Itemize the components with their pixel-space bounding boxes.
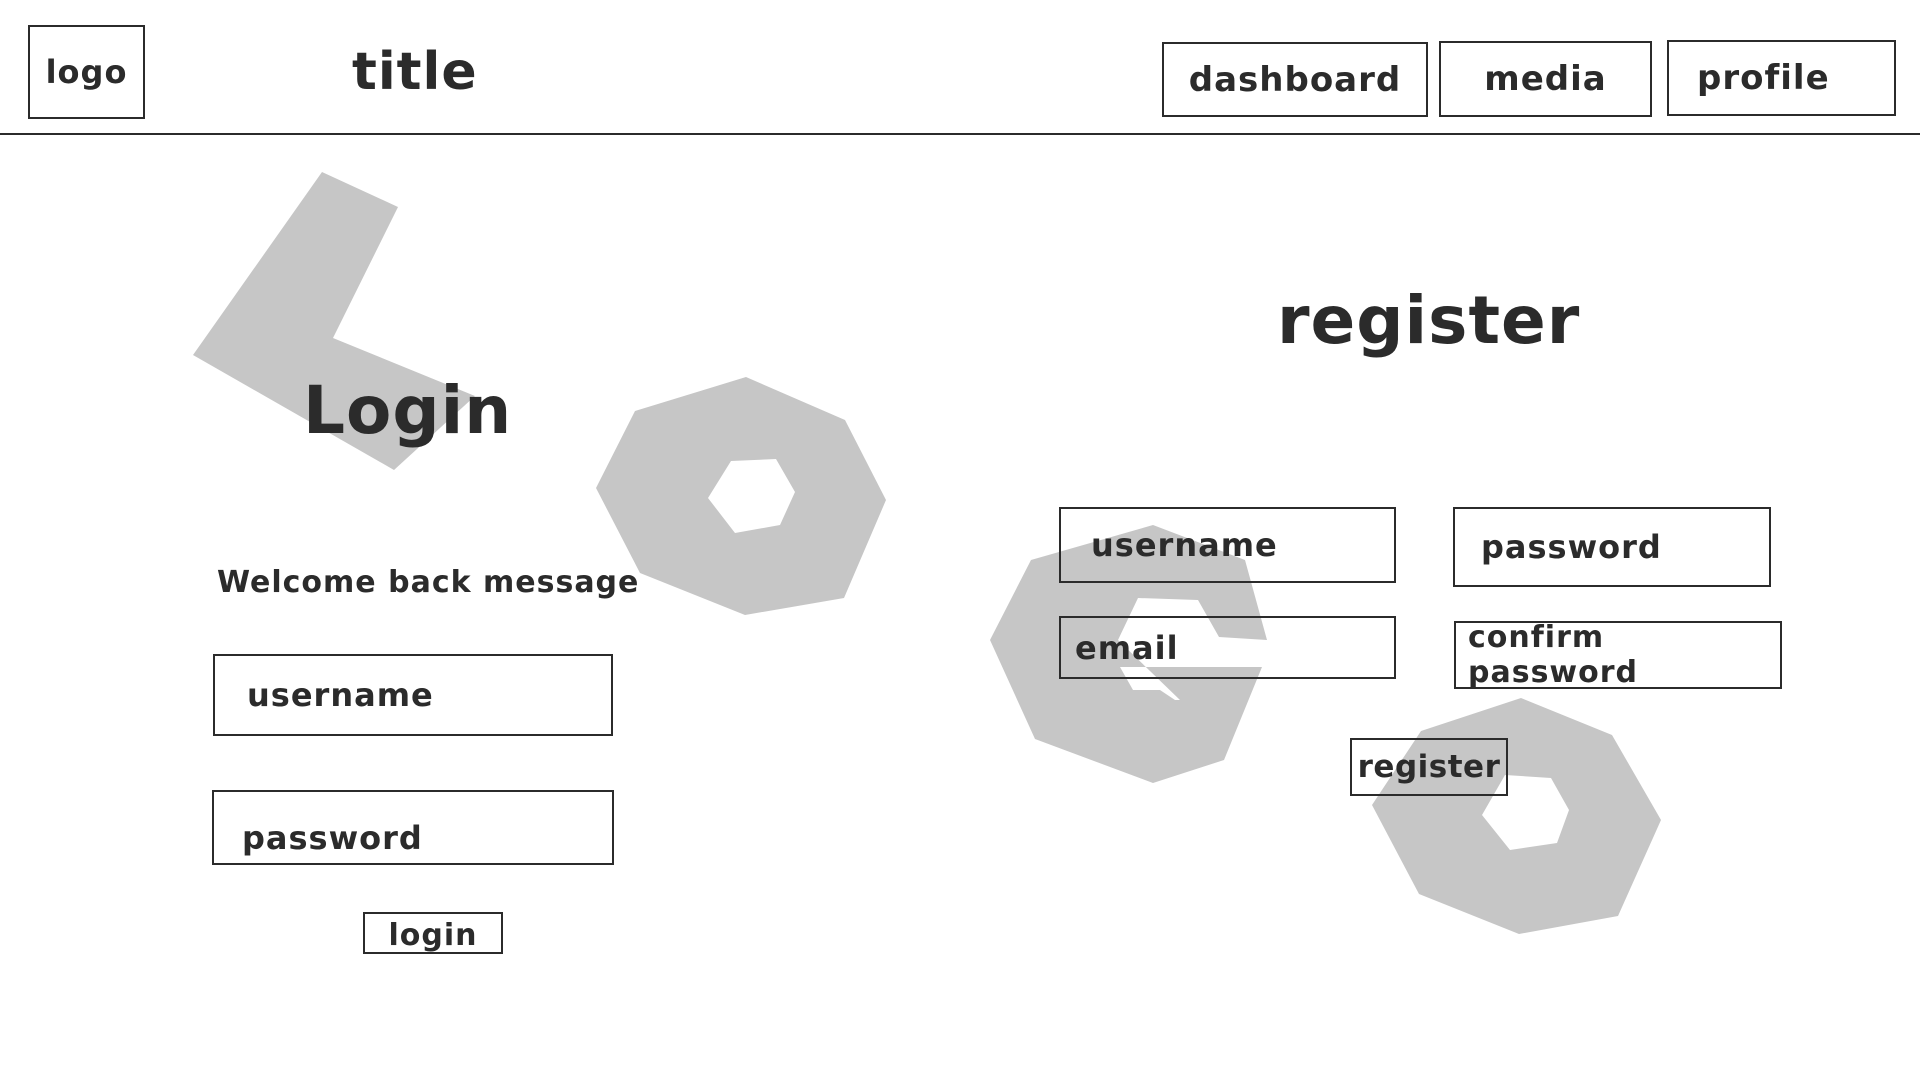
login-username-input[interactable]: username	[213, 654, 613, 736]
watermark-letter-o-2	[1372, 698, 1661, 934]
login-button[interactable]: login	[363, 912, 503, 954]
login-heading: Login	[303, 372, 513, 449]
nav-dashboard-button[interactable]: dashboard	[1162, 42, 1428, 117]
welcome-message: Welcome back message	[217, 565, 640, 600]
page-title: title	[352, 42, 478, 102]
nav-media-label: media	[1484, 59, 1607, 99]
header-divider	[0, 133, 1920, 135]
register-email-placeholder: email	[1075, 628, 1179, 667]
login-button-label: login	[388, 917, 478, 953]
login-username-placeholder: username	[247, 676, 434, 714]
register-confirm-password-placeholder: confirm password	[1468, 620, 1639, 690]
register-password-placeholder: password	[1481, 528, 1662, 566]
login-password-placeholder: password	[242, 818, 423, 857]
register-confirm-password-input[interactable]: confirm password	[1454, 620, 1782, 690]
nav-profile-label: profile	[1697, 58, 1830, 98]
nav-profile-button[interactable]: profile	[1667, 40, 1896, 116]
register-username-input[interactable]: username	[1059, 507, 1396, 583]
register-button-label: register	[1357, 749, 1501, 785]
nav-dashboard-label: dashboard	[1188, 59, 1402, 100]
register-username-placeholder: username	[1091, 526, 1278, 564]
watermark-letter-o	[596, 377, 886, 615]
nav-media-button[interactable]: media	[1439, 41, 1652, 117]
register-email-input[interactable]: email	[1059, 616, 1396, 679]
logo-text: logo	[45, 53, 128, 91]
register-button[interactable]: register	[1350, 738, 1508, 796]
register-heading: register	[1277, 282, 1581, 359]
register-password-input[interactable]: password	[1453, 507, 1771, 587]
login-password-input[interactable]: password	[212, 790, 614, 865]
logo-box[interactable]: logo	[28, 25, 145, 119]
